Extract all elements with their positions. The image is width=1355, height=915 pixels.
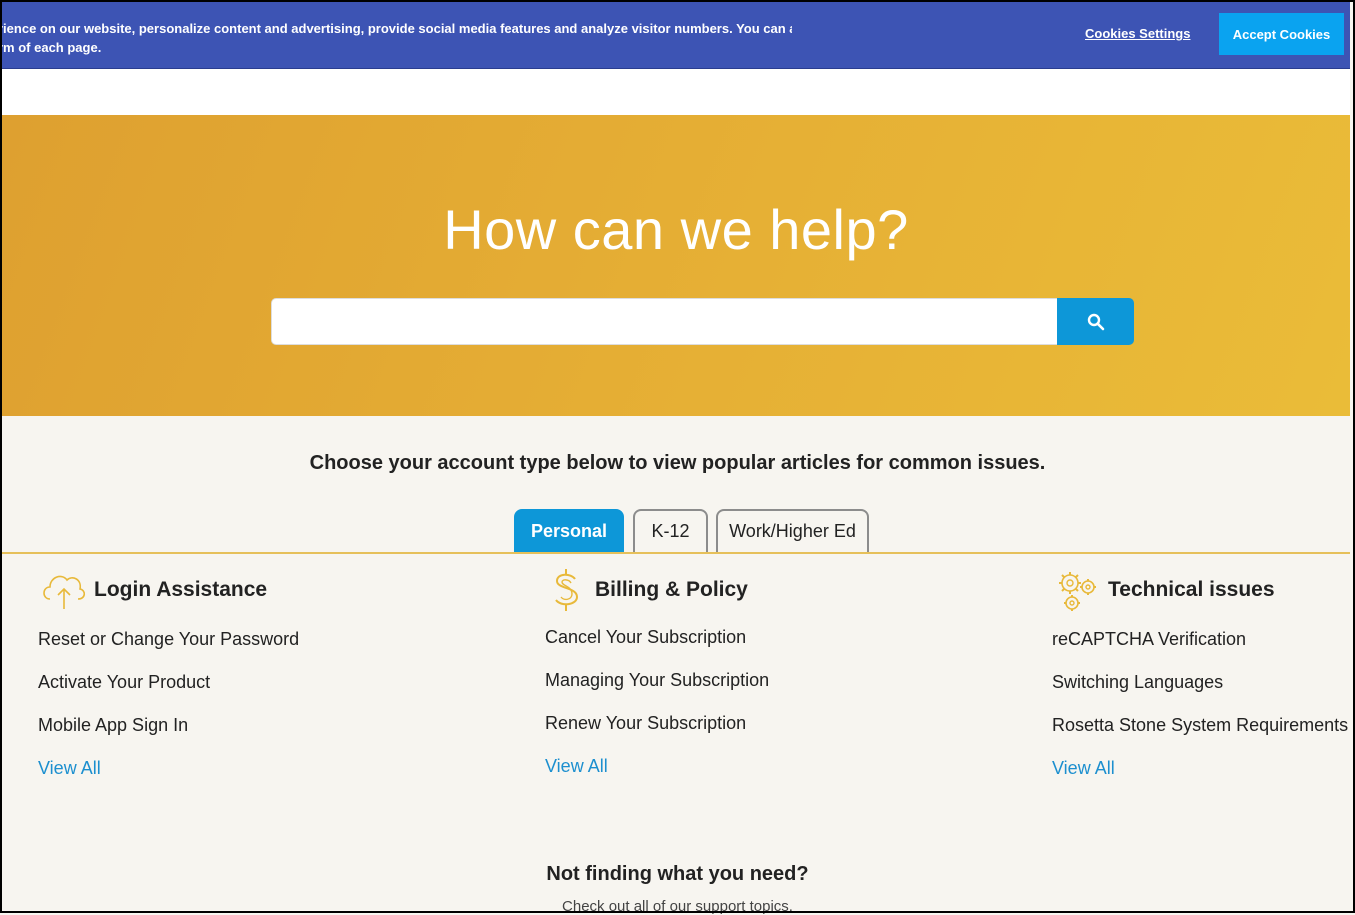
article-link[interactable]: Cancel Your Subscription xyxy=(545,627,769,648)
column-header: Technical issues xyxy=(1052,567,1348,613)
article-link[interactable]: Switching Languages xyxy=(1052,672,1348,693)
article-link[interactable]: reCAPTCHA Verification xyxy=(1052,629,1348,650)
tab-k12[interactable]: K-12 xyxy=(633,509,708,552)
tab-personal[interactable]: Personal xyxy=(514,509,624,552)
top-header-bar xyxy=(2,68,1350,115)
cookie-banner: rience on our website, personalize conte… xyxy=(2,2,1350,69)
support-topics-text: Check out all of our support topics. xyxy=(562,898,793,915)
article-link[interactable]: Renew Your Subscription xyxy=(545,713,769,734)
column-title: Billing & Policy xyxy=(595,578,748,601)
column-title: Login Assistance xyxy=(94,578,268,601)
search-icon xyxy=(1087,313,1104,330)
cookie-message: rience on our website, personalize conte… xyxy=(2,21,792,55)
search-button[interactable] xyxy=(1057,298,1134,345)
view-all-link[interactable]: View All xyxy=(1052,758,1348,779)
accept-cookies-button[interactable]: Accept Cookies xyxy=(1219,13,1344,55)
column-header: Billing & Policy xyxy=(545,567,769,613)
account-type-prompt: Choose your account type below to view p… xyxy=(309,452,1046,474)
search-input[interactable] xyxy=(271,298,1058,345)
cloud-upload-icon xyxy=(43,575,86,609)
cookies-settings-link[interactable]: Cookies Settings xyxy=(1085,26,1190,41)
not-finding-heading: Not finding what you need? xyxy=(546,863,809,885)
view-all-link[interactable]: View All xyxy=(38,758,299,779)
article-link[interactable]: Reset or Change Your Password xyxy=(38,629,299,650)
article-link[interactable]: Mobile App Sign In xyxy=(38,715,299,736)
article-link[interactable]: Activate Your Product xyxy=(38,672,299,693)
tab-work-higher-ed[interactable]: Work/Higher Ed xyxy=(716,509,869,552)
technical-issues-column: Technical issues reCAPTCHA Verification … xyxy=(1052,567,1348,779)
login-assistance-column: Login Assistance Reset or Change Your Pa… xyxy=(38,567,299,779)
gears-icon xyxy=(1059,572,1096,611)
hero-title: How can we help? xyxy=(443,198,909,261)
billing-policy-column: Billing & Policy Cancel Your Subscriptio… xyxy=(545,567,769,777)
column-header: Login Assistance xyxy=(38,567,299,613)
article-link[interactable]: Rosetta Stone System Requirements xyxy=(1052,715,1348,736)
hero-section: How can we help? xyxy=(2,115,1350,416)
dollar-icon xyxy=(555,569,579,611)
tab-divider xyxy=(2,552,1350,554)
view-all-link[interactable]: View All xyxy=(545,756,769,777)
article-link[interactable]: Managing Your Subscription xyxy=(545,670,769,691)
column-title: Technical issues xyxy=(1108,578,1275,601)
